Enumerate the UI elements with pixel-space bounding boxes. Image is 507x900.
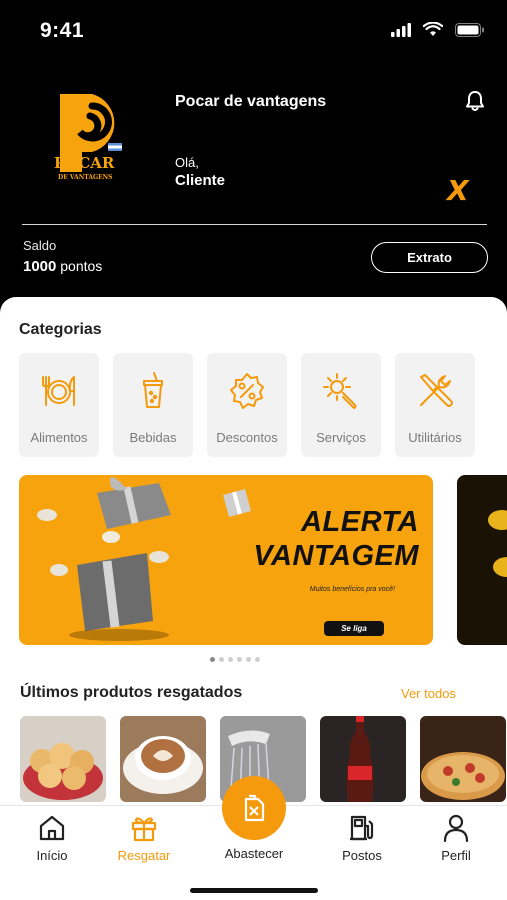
- header-divider: [22, 224, 487, 225]
- category-bebidas[interactable]: Bebidas: [113, 353, 193, 457]
- wifi-icon: [423, 22, 443, 36]
- bottom-nav: Início Resgatar Abastecer Postos Perfil: [0, 776, 507, 900]
- x-badge: X: [447, 174, 469, 207]
- gas-station-icon: [350, 815, 374, 841]
- product-pizza[interactable]: [420, 716, 506, 802]
- category-alimentos[interactable]: Alimentos: [19, 353, 99, 457]
- categorias-title: Categorias: [19, 321, 102, 338]
- category-descontos[interactable]: Descontos: [207, 353, 287, 457]
- carousel-dot[interactable]: [237, 657, 242, 662]
- categories-row: Alimentos Bebidas Descontos Serviços Uti…: [19, 353, 475, 457]
- gift-box-illustration: [37, 477, 171, 641]
- nav-label: Início: [36, 848, 68, 863]
- carousel-dot[interactable]: [246, 657, 251, 662]
- banner-subtitle: Muitos benefícios pra você!: [309, 586, 395, 593]
- nav-label: Perfil: [441, 848, 471, 863]
- app-name: Pocar de vantagens: [175, 93, 327, 110]
- next-banner[interactable]: [457, 475, 507, 645]
- battery-icon: [455, 22, 484, 37]
- home-indicator: [190, 888, 318, 893]
- svg-text:POCAR: POCAR: [54, 154, 115, 172]
- nav-label: Abastecer: [224, 846, 284, 861]
- product-coca-cola[interactable]: [320, 716, 406, 802]
- status-bar: 9:41: [0, 0, 507, 60]
- saldo-label: Saldo: [23, 238, 57, 253]
- drink-cup-icon: [143, 372, 163, 408]
- carousel-dot[interactable]: [228, 657, 233, 662]
- discount-badge-icon: [230, 373, 264, 409]
- banner-cta-button[interactable]: Se liga: [324, 621, 384, 636]
- product-pao-de-queijo[interactable]: [20, 716, 106, 802]
- product-cappuccino[interactable]: [120, 716, 206, 802]
- svg-text:DE VANTAGENS: DE VANTAGENS: [58, 174, 113, 181]
- status-icons: [391, 22, 485, 37]
- produtos-title: Últimos produtos resgatados: [20, 684, 243, 701]
- category-label: Alimentos: [30, 430, 88, 445]
- wrench-gear-icon: [323, 373, 357, 409]
- signal-icon: [391, 22, 411, 37]
- carousel-dot[interactable]: [210, 657, 215, 662]
- category-servicos[interactable]: Serviços: [301, 353, 381, 457]
- category-label: Serviços: [316, 430, 366, 445]
- category-label: Bebidas: [129, 430, 177, 445]
- category-label: Descontos: [216, 430, 278, 445]
- nav-label: Postos: [342, 848, 382, 863]
- header: POCAR DE VANTAGENS Pocar de vantagens Ol…: [0, 60, 507, 300]
- category-label: Utilitários: [408, 430, 462, 445]
- carousel-dot[interactable]: [255, 657, 260, 662]
- ver-todos-link[interactable]: Ver todos: [401, 686, 456, 701]
- nav-label: Resgatar: [117, 848, 171, 863]
- gift-icon: [131, 817, 157, 842]
- bell-icon[interactable]: [465, 90, 485, 117]
- fuel-can-icon: [244, 794, 265, 822]
- banner-title: ALERTA VANTAGEM: [253, 506, 419, 572]
- home-icon: [39, 815, 65, 841]
- status-time: 9:41: [40, 19, 85, 42]
- carousel-dot[interactable]: [219, 657, 224, 662]
- user-name: Cliente: [175, 172, 226, 189]
- cutlery-plate-icon: [42, 376, 75, 406]
- greeting: Olá,: [175, 155, 199, 170]
- tools-icon: [420, 374, 453, 407]
- carousel-dots: [210, 657, 260, 662]
- person-icon: [443, 814, 469, 842]
- pocar-logo: POCAR DE VANTAGENS: [52, 86, 128, 186]
- abastecer-button[interactable]: [222, 776, 286, 840]
- saldo-points: 1000: [23, 258, 57, 275]
- promo-banner[interactable]: ALERTA VANTAGEM Muitos benefícios pra vo…: [19, 475, 433, 645]
- category-utilitarios[interactable]: Utilitários: [395, 353, 475, 457]
- extrato-button[interactable]: Extrato: [371, 242, 488, 273]
- saldo-unit: pontos: [60, 258, 103, 274]
- saldo-value: 1000 pontos: [23, 258, 102, 275]
